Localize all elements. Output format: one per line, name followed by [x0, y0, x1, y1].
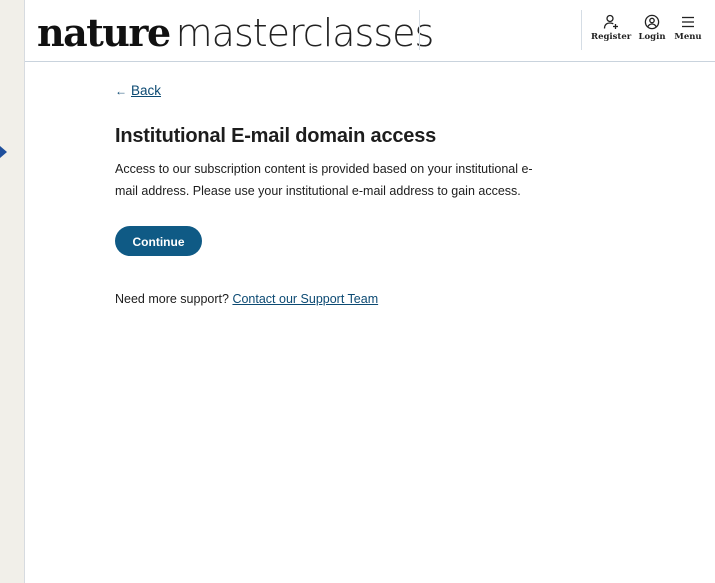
contact-support-link[interactable]: Contact our Support Team	[232, 292, 378, 306]
back-arrow-icon: ←	[115, 84, 127, 98]
access-description: Access to our subscription content is pr…	[115, 162, 533, 198]
header-divider	[581, 10, 582, 50]
login-icon	[644, 14, 660, 30]
support-text: Need more support? Contact our Support T…	[115, 292, 565, 306]
continue-button[interactable]: Continue	[115, 226, 202, 256]
login-button[interactable]: Login	[637, 14, 667, 52]
browser-frame: nature masterclasses Register Login Menu…	[24, 0, 715, 583]
back-link[interactable]: ← Back	[115, 83, 161, 98]
register-button[interactable]: Register	[591, 14, 631, 52]
support-prefix: Need more support?	[115, 292, 229, 306]
logo-light-text: masterclasses	[175, 11, 435, 55]
main-content: ← Back Institutional E-mail domain access…	[115, 80, 565, 306]
menu-label: Menu	[674, 32, 702, 42]
menu-icon	[682, 16, 694, 28]
register-label: Register	[591, 32, 632, 42]
login-label: Login	[638, 32, 666, 42]
menu-button[interactable]: Menu	[671, 14, 705, 52]
page-title: Institutional E-mail domain access	[115, 125, 437, 147]
logo-bold-text: nature	[37, 10, 171, 55]
back-label: Back	[131, 83, 162, 98]
site-header: nature masterclasses Register Login Menu	[25, 0, 715, 62]
site-logo[interactable]: nature masterclasses	[37, 10, 435, 56]
header-divider	[419, 10, 420, 50]
pointer-arrow-icon	[0, 146, 7, 158]
register-icon	[603, 14, 618, 29]
